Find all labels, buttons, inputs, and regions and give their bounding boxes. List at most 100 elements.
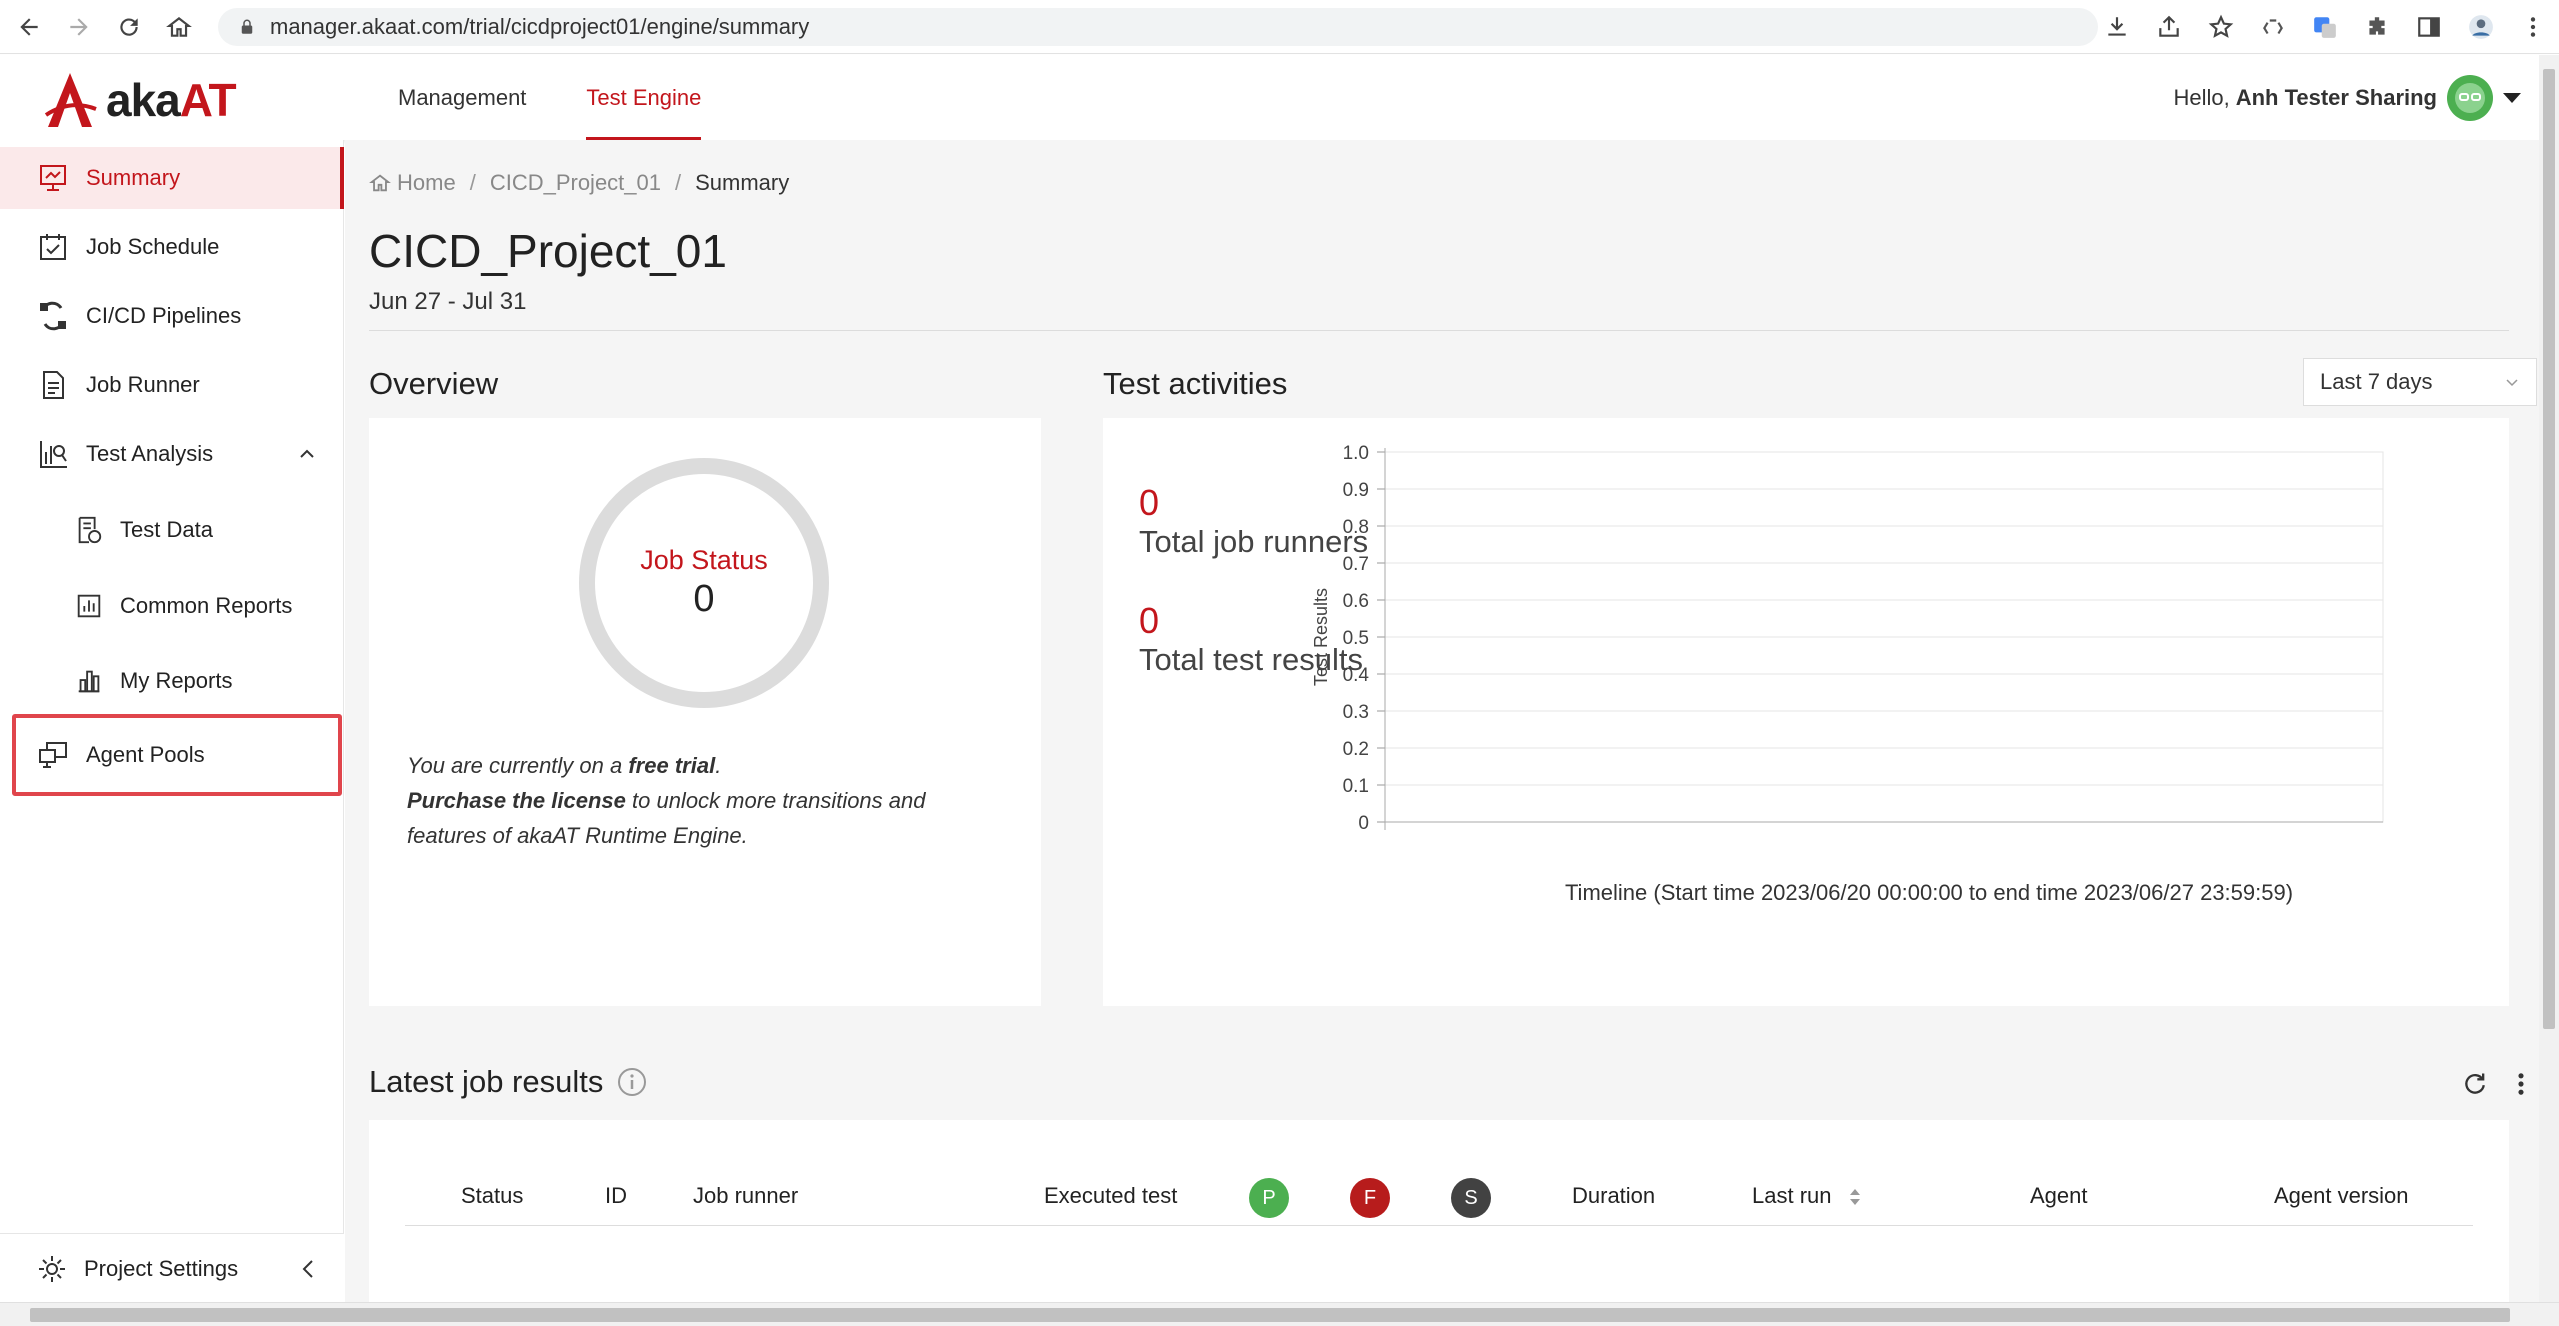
sidebar-item-test-analysis[interactable]: Test Analysis — [0, 423, 344, 485]
job-status-donut: Job Status 0 — [579, 458, 829, 708]
y-tick-label: 0.5 — [1343, 628, 1369, 649]
column-duration[interactable]: Duration — [1572, 1166, 1655, 1226]
agent-pools-highlight — [12, 714, 342, 796]
column-agent-version[interactable]: Agent version — [2274, 1166, 2409, 1226]
collapse-sidebar-icon[interactable] — [298, 1258, 318, 1280]
recycle-extension-icon[interactable] — [2259, 13, 2287, 41]
summary-icon — [36, 161, 70, 195]
sidebar-item-test-data[interactable]: Test Data — [0, 499, 344, 561]
date-range: Jun 27 - Jul 31 — [369, 288, 527, 315]
column-id[interactable]: ID — [605, 1166, 627, 1226]
latest-job-results-header: Latest job results — [369, 1064, 647, 1100]
horizontal-scrollbar-thumb[interactable] — [30, 1308, 2510, 1322]
y-tick-label: 0.7 — [1343, 554, 1369, 575]
y-tick-label: 0.4 — [1343, 665, 1370, 686]
y-tick-label: 0.8 — [1343, 517, 1369, 538]
user-menu[interactable]: Hello, Anh Tester Sharing — [2173, 75, 2521, 121]
side-panel-icon[interactable] — [2415, 13, 2443, 41]
sidebar-item-common-reports[interactable]: Common Reports — [0, 575, 344, 637]
document-icon — [36, 368, 70, 402]
profile-avatar-icon[interactable] — [2467, 13, 2495, 41]
sidebar-item-label: Job Runner — [86, 372, 200, 397]
browser-menu-icon[interactable] — [2519, 13, 2547, 41]
sidebar: Summary Job Schedule CI/CD Pipelines Job… — [0, 140, 344, 1302]
lock-icon — [241, 19, 253, 34]
main-content: Home / CICD_Project_01 / Summary CICD_Pr… — [345, 140, 2559, 1302]
horizontal-scrollbar[interactable] — [0, 1302, 2559, 1326]
column-executed-test[interactable]: Executed test — [1044, 1166, 1177, 1226]
y-tick-label: 0 — [1358, 813, 1369, 834]
period-select-value: Last 7 days — [2320, 369, 2433, 394]
y-tick-label: 0.1 — [1343, 776, 1369, 797]
sidebar-item-label: CI/CD Pipelines — [86, 303, 242, 328]
column-status[interactable]: Status — [461, 1166, 523, 1226]
nav-test-engine[interactable]: Test Engine — [586, 55, 702, 140]
reload-button[interactable] — [108, 6, 150, 48]
info-icon[interactable] — [617, 1067, 647, 1097]
pipeline-icon — [36, 299, 70, 333]
breadcrumb-home[interactable]: Home — [397, 170, 456, 196]
forward-button[interactable] — [58, 6, 100, 48]
share-icon[interactable] — [2155, 13, 2183, 41]
url-text: manager.akaat.com/trial/cicdproject01/en… — [270, 14, 810, 39]
home-button[interactable] — [158, 6, 200, 48]
column-last-run[interactable]: Last run — [1752, 1166, 1862, 1226]
sidebar-item-job-runner[interactable]: Job Runner — [0, 354, 344, 416]
column-passed-badge[interactable]: P — [1249, 1178, 1289, 1218]
greeting-text: Hello, — [2173, 85, 2230, 110]
puzzle-extensions-icon[interactable] — [2363, 13, 2391, 41]
vertical-scrollbar[interactable] — [2539, 55, 2559, 1302]
avatar[interactable] — [2447, 75, 2493, 121]
y-tick-label: 1.0 — [1343, 443, 1369, 464]
home-icon — [369, 174, 391, 192]
column-agent[interactable]: Agent — [2030, 1166, 2088, 1226]
nav-management[interactable]: Management — [398, 55, 526, 140]
sort-icon[interactable] — [1848, 1186, 1862, 1208]
breadcrumb: Home / CICD_Project_01 / Summary — [369, 170, 789, 196]
page-title: CICD_Project_01 — [369, 225, 727, 277]
column-last-run-label: Last run — [1752, 1183, 1832, 1208]
table-header-row: Status ID Job runner Executed test P F S… — [405, 1166, 2473, 1226]
sidebar-item-summary[interactable]: Summary — [0, 147, 344, 209]
user-avatar-icon — [2455, 83, 2485, 113]
refresh-icon[interactable] — [2461, 1070, 2489, 1098]
period-select[interactable]: Last 7 days — [2303, 358, 2537, 406]
job-results-table: Status ID Job runner Executed test P F S… — [369, 1120, 2509, 1302]
translate-extension-icon[interactable] — [2311, 13, 2339, 41]
test-results-chart: 1.0 0.9 0.8 0.7 0.6 0.5 0.4 0.3 0.2 0.1 0 Test Resu… — [1311, 443, 2384, 905]
back-button[interactable] — [8, 6, 50, 48]
y-tick-label: 0.9 — [1343, 480, 1369, 501]
trial-notice: You are currently on a free trial. Purch… — [407, 753, 926, 848]
star-icon[interactable] — [2207, 13, 2235, 41]
logo-suffix: AT — [179, 74, 237, 126]
sidebar-item-label: Test Data — [120, 517, 213, 542]
akaat-logo[interactable]: akaAT — [42, 69, 237, 131]
address-bar[interactable]: manager.akaat.com/trial/cicdproject01/en… — [218, 8, 2098, 46]
project-settings-button[interactable]: Project Settings — [0, 1233, 344, 1303]
breadcrumb-current: Summary — [695, 170, 790, 195]
browser-toolbar: manager.akaat.com/trial/cicdproject01/en… — [0, 0, 2559, 54]
download-icon[interactable] — [2103, 13, 2131, 41]
column-failed-badge[interactable]: F — [1350, 1178, 1390, 1218]
test-data-icon — [74, 513, 104, 547]
sidebar-item-cicd-pipelines[interactable]: CI/CD Pipelines — [0, 285, 344, 347]
y-tick-label: 0.6 — [1343, 591, 1369, 612]
sidebar-item-label: Common Reports — [120, 593, 293, 618]
user-name: Anh Tester Sharing — [2235, 85, 2437, 110]
chevron-down-icon[interactable] — [2503, 93, 2521, 103]
sidebar-item-my-reports[interactable]: My Reports — [0, 650, 344, 712]
analysis-icon — [36, 437, 70, 471]
more-vertical-icon[interactable] — [2507, 1070, 2535, 1098]
sidebar-item-job-schedule[interactable]: Job Schedule — [0, 216, 344, 278]
y-tick-label: 0.3 — [1343, 702, 1369, 723]
column-skipped-badge[interactable]: S — [1451, 1178, 1491, 1218]
reload-icon — [120, 17, 138, 36]
purchase-license-link[interactable]: Purchase the license — [407, 788, 626, 813]
vertical-scrollbar-thumb[interactable] — [2543, 69, 2555, 1029]
chevron-up-icon[interactable] — [298, 445, 316, 463]
breadcrumb-project[interactable]: CICD_Project_01 — [490, 170, 661, 196]
column-job-runner[interactable]: Job runner — [693, 1166, 798, 1226]
sidebar-item-label: Job Schedule — [86, 234, 220, 259]
divider — [369, 330, 2509, 331]
sidebar-item-label: Summary — [86, 165, 181, 190]
